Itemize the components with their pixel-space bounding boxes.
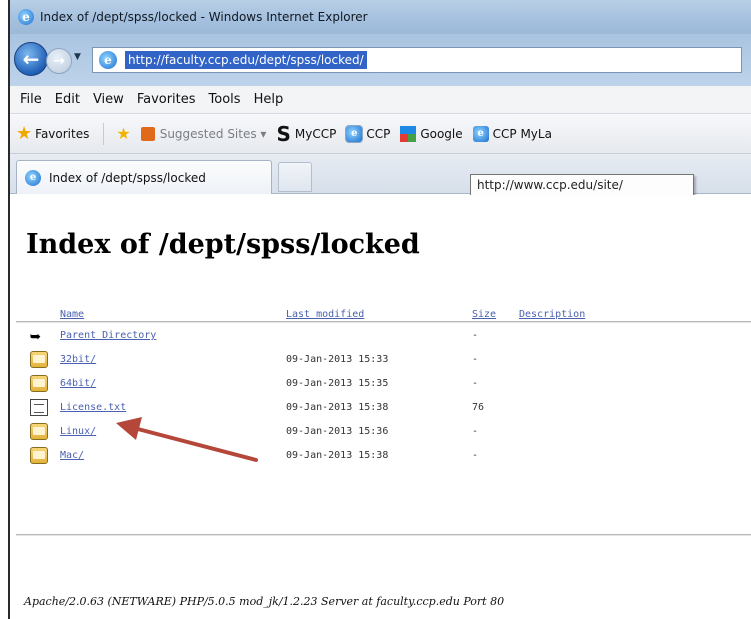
menu-tools[interactable]: Tools (209, 92, 241, 107)
server-signature: Apache/2.0.63 (NETWARE) PHP/5.0.5 mod_jk… (24, 595, 505, 608)
back-button[interactable]: ← (14, 42, 48, 76)
tab-label: Index of /dept/spss/locked (49, 170, 206, 185)
add-to-favorites-icon[interactable]: ★ (116, 124, 130, 143)
back-icon: ➥ (30, 327, 41, 348)
entry-date: 09-Jan-2013 15:33 (286, 354, 389, 365)
table-row: License.txt 09-Jan-2013 15:38 76 (10, 398, 751, 422)
google-icon (400, 125, 417, 142)
entry-size: 76 (472, 402, 485, 413)
table-row: Mac/ 09-Jan-2013 15:38 - (10, 446, 751, 470)
footer-divider (16, 534, 751, 536)
favorite-label: CCP MyLa (492, 126, 552, 141)
recent-pages-dropdown-icon[interactable]: ▼ (74, 52, 81, 62)
entry-link[interactable]: Linux/ (60, 426, 96, 437)
entry-date: 09-Jan-2013 15:36 (286, 426, 389, 437)
ie-page-icon: e (472, 125, 489, 142)
table-row: 32bit/ 09-Jan-2013 15:33 - (10, 350, 751, 374)
favorites-button[interactable]: ★ Favorites (16, 123, 89, 144)
tab-favicon-icon: e (25, 169, 41, 186)
favorite-google[interactable]: Google (400, 125, 463, 142)
menu-edit[interactable]: Edit (55, 92, 80, 107)
window-title: Index of /dept/spss/locked - Windows Int… (40, 10, 368, 24)
forward-button[interactable]: → (46, 48, 72, 74)
folder-icon (30, 447, 48, 464)
entry-size: - (472, 450, 479, 461)
page-content: Index of /dept/spss/locked Name Last mod… (10, 195, 751, 619)
favorite-label: Suggested Sites ▾ (159, 126, 267, 141)
entry-size: - (472, 378, 479, 389)
entry-date: 09-Jan-2013 15:38 (286, 402, 389, 413)
title-bar[interactable]: e Index of /dept/spss/locked - Windows I… (10, 0, 751, 34)
address-bar[interactable]: e http://faculty.ccp.edu/dept/spss/locke… (92, 47, 742, 73)
entry-size: - (472, 330, 479, 341)
s-icon: S (276, 121, 291, 146)
entry-date: 09-Jan-2013 15:38 (286, 450, 389, 461)
back-arrow-icon: ← (22, 47, 40, 71)
tab-active[interactable]: e Index of /dept/spss/locked (16, 160, 272, 194)
internet-explorer-icon: e (18, 9, 34, 25)
folder-icon (30, 351, 48, 368)
text-file-icon (30, 399, 48, 416)
entry-size: - (472, 354, 479, 365)
table-row: 64bit/ 09-Jan-2013 15:35 - (10, 374, 751, 398)
navigation-bar: ← → ▼ e http://faculty.ccp.edu/dept/spss… (10, 34, 751, 86)
ie-page-icon: e (345, 124, 364, 143)
table-row: Linux/ 09-Jan-2013 15:36 - (10, 422, 751, 446)
table-row: ➥ Parent Directory - (10, 326, 751, 350)
new-tab-button[interactable] (278, 162, 312, 192)
favorite-label: MyCCP (294, 126, 337, 141)
entry-link[interactable]: License.txt (60, 402, 126, 413)
favorites-star-icon: ★ (16, 123, 33, 144)
folder-icon (30, 423, 48, 440)
favorite-myccp[interactable]: S MyCCP (276, 122, 336, 146)
menu-help[interactable]: Help (254, 92, 284, 107)
entry-size: - (472, 426, 479, 437)
menu-bar: File Edit View Favorites Tools Help (10, 86, 751, 114)
favorites-bar: ★ Favorites ★ Suggested Sites ▾ S MyCCP … (10, 114, 751, 154)
header-divider (16, 321, 751, 323)
address-url[interactable]: http://faculty.ccp.edu/dept/spss/locked/ (125, 51, 367, 69)
favorites-label: Favorites (35, 126, 90, 141)
forward-arrow-icon: → (53, 53, 65, 69)
entry-link[interactable]: 64bit/ (60, 378, 96, 389)
menu-file[interactable]: File (20, 92, 42, 107)
entry-link[interactable]: Parent Directory (60, 330, 156, 341)
column-header-description[interactable]: Description (519, 309, 585, 320)
page-favicon-icon: e (99, 51, 117, 69)
column-header-size[interactable]: Size (472, 309, 496, 320)
suggested-sites-icon (140, 126, 155, 141)
column-header-name[interactable]: Name (60, 309, 84, 320)
favorite-suggested-sites[interactable]: Suggested Sites ▾ (140, 126, 267, 141)
folder-icon (30, 375, 48, 392)
menu-view[interactable]: View (93, 92, 124, 107)
menu-favorites[interactable]: Favorites (137, 92, 196, 107)
entry-date: 09-Jan-2013 15:35 (286, 378, 389, 389)
favorite-label: Google (420, 126, 463, 141)
entry-link[interactable]: 32bit/ (60, 354, 96, 365)
page-title: Index of /dept/spss/locked (26, 229, 420, 260)
column-header-last-modified[interactable]: Last modified (286, 309, 364, 320)
favorite-ccp[interactable]: e CCP (345, 124, 391, 143)
favorite-ccp-myla[interactable]: e CCP MyLa (472, 125, 552, 142)
toolbar-divider (103, 122, 105, 145)
link-tooltip: http://www.ccp.edu/site/ (470, 174, 694, 196)
entry-link[interactable]: Mac/ (60, 450, 84, 461)
favorite-label: CCP (366, 126, 391, 141)
